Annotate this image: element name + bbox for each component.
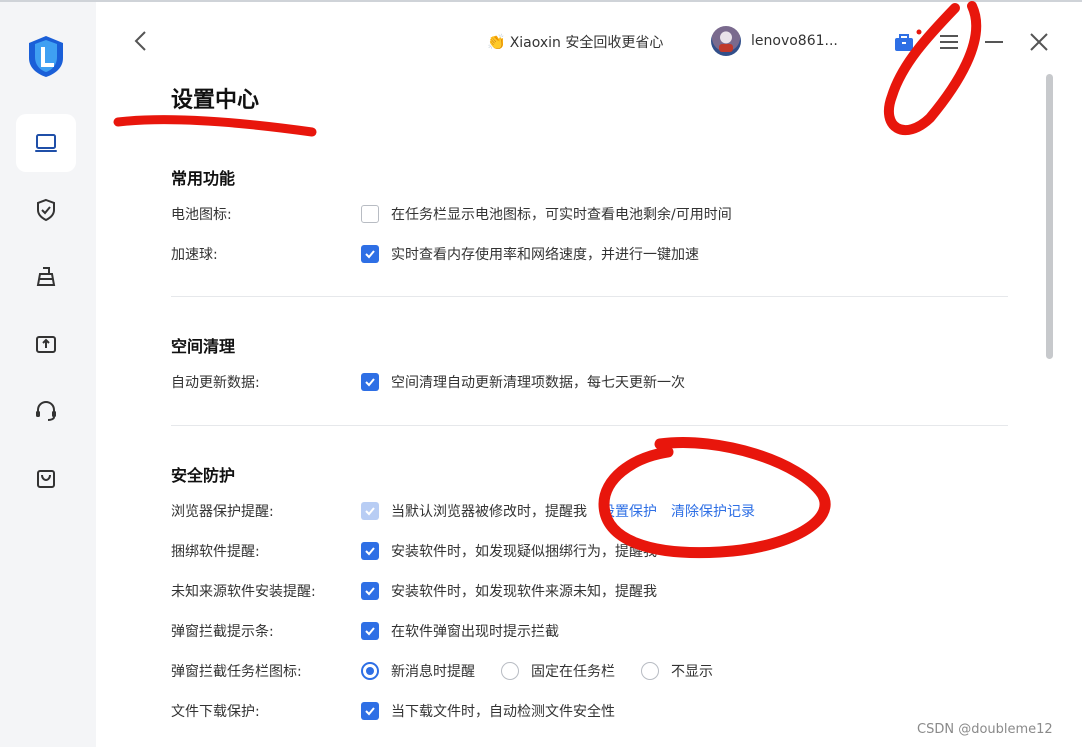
setting-description: 当默认浏览器被修改时，提醒我 <box>391 504 587 520</box>
settings-content: 设置中心 常用功能 电池图标: 在任务栏显示电池图标，可实时查看电池剩余/可用时… <box>96 2 1082 747</box>
setting-label: 弹窗拦截任务栏图标: <box>171 664 302 680</box>
shield-check-icon <box>37 198 55 222</box>
sidebar-item-laptop[interactable] <box>16 114 76 172</box>
sidebar-item-cleanup[interactable] <box>16 248 76 306</box>
setting-row-tray-icon: 弹窗拦截任务栏图标: 新消息时提醒 固定在任务栏 不显示 <box>171 660 739 682</box>
sidebar-item-security[interactable] <box>16 181 76 239</box>
setting-label: 捆绑软件提醒: <box>171 544 260 560</box>
vertical-scrollbar[interactable] <box>1046 74 1053 359</box>
setting-label: 电池图标: <box>171 207 232 223</box>
checkmark-icon <box>365 707 375 716</box>
radio-pin[interactable] <box>501 662 519 680</box>
accelerator-ball-checkbox[interactable] <box>361 245 379 263</box>
browser-protection-checkbox[interactable] <box>361 502 379 520</box>
setting-label: 自动更新数据: <box>171 375 260 391</box>
checkmark-icon <box>365 250 375 259</box>
set-protection-link[interactable]: 设置保护 <box>601 501 657 521</box>
checkmark-icon <box>365 587 375 596</box>
setting-description: 安装软件时，如发现软件来源未知，提醒我 <box>391 584 657 600</box>
setting-label: 未知来源软件安装提醒: <box>171 584 316 600</box>
setting-description: 安装软件时，如发现疑似捆绑行为，提醒我 <box>391 544 657 560</box>
setting-description: 当下载文件时，自动检测文件安全性 <box>391 704 615 720</box>
setting-row-accelerator-ball: 加速球: 实时查看内存使用率和网络速度，并进行一键加速 <box>171 243 699 265</box>
setting-row-download-protection: 文件下载保护: 当下载文件时，自动检测文件安全性 <box>171 700 615 722</box>
setting-row-unknown-source: 未知来源软件安装提醒: 安装软件时，如发现软件来源未知，提醒我 <box>171 580 657 602</box>
radio-option-pin[interactable]: 固定在任务栏 <box>501 661 615 681</box>
drive-upload-icon <box>36 336 56 353</box>
radio-hide[interactable] <box>641 662 659 680</box>
setting-row-bundle-software: 捆绑软件提醒: 安装软件时，如发现疑似捆绑行为，提醒我 <box>171 540 657 562</box>
radio-option-notify[interactable]: 新消息时提醒 <box>361 661 475 681</box>
checkmark-icon <box>365 627 375 636</box>
setting-description: 在任务栏显示电池图标，可实时查看电池剩余/可用时间 <box>391 207 732 223</box>
app-logo-icon <box>29 36 63 77</box>
sidebar <box>0 2 96 747</box>
setting-description: 空间清理自动更新清理项数据，每七天更新一次 <box>391 375 685 391</box>
section-title-security: 安全防护 <box>171 466 236 485</box>
clear-protection-record-link[interactable]: 清除保护记录 <box>671 501 755 521</box>
setting-description: 实时查看内存使用率和网络速度，并进行一键加速 <box>391 247 699 263</box>
section-title-common: 常用功能 <box>171 169 236 188</box>
setting-row-browser-protection: 浏览器保护提醒: 当默认浏览器被修改时，提醒我 设置保护 清除保护记录 <box>171 500 755 522</box>
setting-row-battery: 电池图标: 在任务栏显示电池图标，可实时查看电池剩余/可用时间 <box>171 203 732 225</box>
unknown-source-checkbox[interactable] <box>361 582 379 600</box>
setting-label: 加速球: <box>171 247 218 263</box>
divider <box>171 425 1008 426</box>
page-title: 设置中心 <box>171 88 260 113</box>
setting-row-auto-update: 自动更新数据: 空间清理自动更新清理项数据，每七天更新一次 <box>171 371 685 393</box>
auto-update-checkbox[interactable] <box>361 373 379 391</box>
popup-bar-checkbox[interactable] <box>361 622 379 640</box>
setting-label: 文件下载保护: <box>171 704 260 720</box>
setting-label: 浏览器保护提醒: <box>171 504 274 520</box>
radio-label: 新消息时提醒 <box>391 664 475 680</box>
sidebar-item-store[interactable] <box>16 449 76 507</box>
shopping-bag-icon <box>37 470 55 488</box>
setting-description: 在软件弹窗出现时提示拦截 <box>391 624 559 640</box>
radio-label: 固定在任务栏 <box>531 664 615 680</box>
checkmark-icon <box>365 547 375 556</box>
laptop-icon <box>35 134 57 152</box>
radio-notify[interactable] <box>361 662 379 680</box>
bundle-software-checkbox[interactable] <box>361 542 379 560</box>
download-protection-checkbox[interactable] <box>361 702 379 720</box>
checkmark-icon <box>365 378 375 387</box>
sidebar-item-support[interactable] <box>16 382 76 440</box>
setting-label: 弹窗拦截提示条: <box>171 624 274 640</box>
sidebar-item-drive[interactable] <box>16 315 76 373</box>
radio-label: 不显示 <box>671 664 713 680</box>
battery-icon-checkbox[interactable] <box>361 205 379 223</box>
broom-icon <box>36 267 56 286</box>
radio-option-hide[interactable]: 不显示 <box>641 661 713 681</box>
headset-icon <box>36 400 56 421</box>
section-title-cleanup: 空间清理 <box>171 337 236 356</box>
checkmark-icon <box>365 507 375 516</box>
watermark: CSDN @doubleme12 <box>917 722 1053 737</box>
setting-row-popup-bar: 弹窗拦截提示条: 在软件弹窗出现时提示拦截 <box>171 620 559 642</box>
divider <box>171 296 1008 297</box>
